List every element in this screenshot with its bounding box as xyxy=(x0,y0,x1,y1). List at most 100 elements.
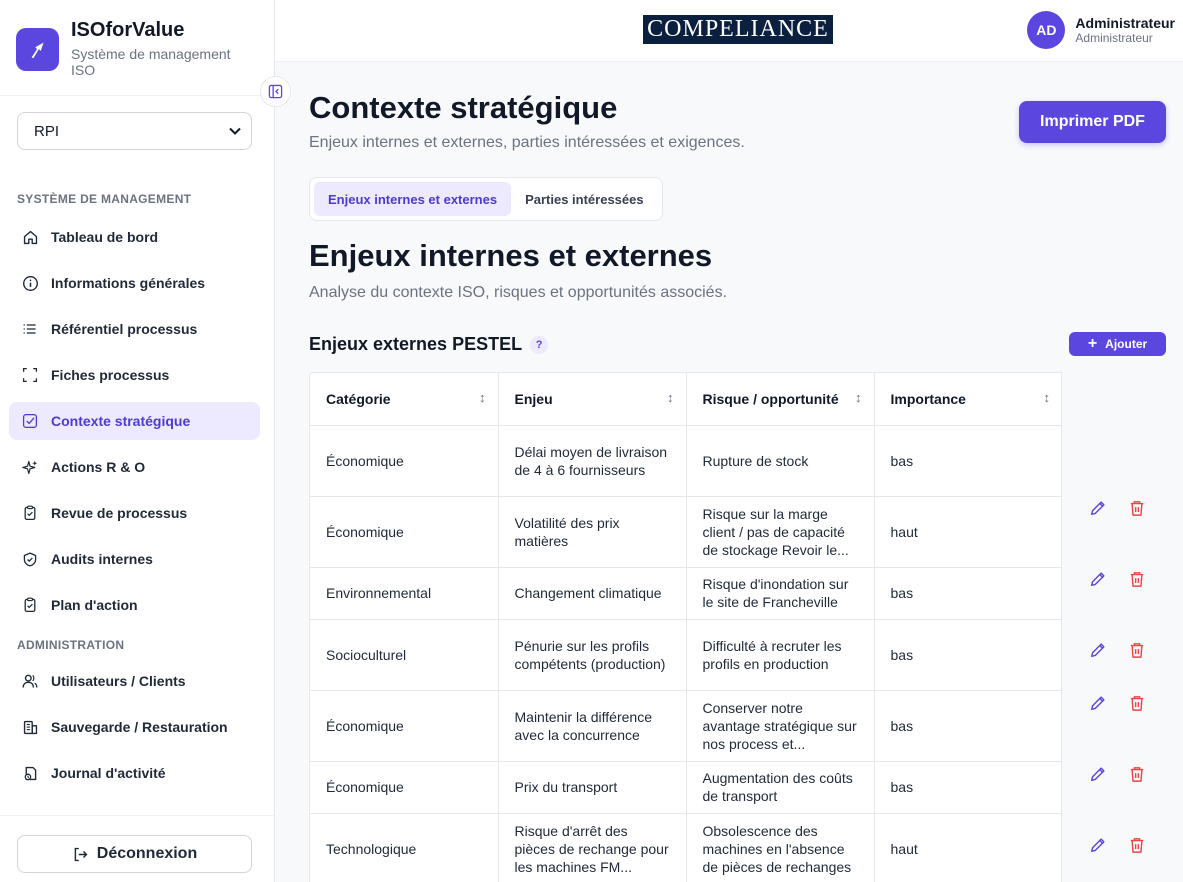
brand-subtitle: Système de management ISO xyxy=(71,46,231,78)
sidebar-item-strategic-context[interactable]: Contexte stratégique xyxy=(9,402,260,440)
frame-icon xyxy=(21,366,39,384)
section-subtitle: Analyse du contexte ISO, risques et oppo… xyxy=(309,284,728,301)
print-pdf-button[interactable]: Imprimer PDF xyxy=(1019,101,1166,143)
delete-trash-icon[interactable] xyxy=(1129,693,1145,713)
cell-risk: Risque sur la marge client / pas de capa… xyxy=(686,496,875,568)
sidebar-item-label: Actions R & O xyxy=(51,459,146,475)
sidebar-item-label: Sauvegarde / Restauration xyxy=(51,719,228,735)
sort-icon[interactable]: ↕ xyxy=(855,390,862,405)
plus-icon: + xyxy=(1087,335,1098,352)
sidebar-item-label: Audits internes xyxy=(51,551,153,567)
cell-risk: Obsolescence des machines en l'absence d… xyxy=(686,813,875,882)
sort-icon[interactable]: ↕ xyxy=(1044,390,1051,405)
sidebar-item-internal-audits[interactable]: Audits internes xyxy=(9,540,260,578)
table-row: Économique Délai moyen de livraison de 4… xyxy=(310,425,1062,497)
delete-trash-icon[interactable] xyxy=(1129,764,1145,784)
add-button[interactable]: + Ajouter xyxy=(1069,332,1166,356)
page-title: Contexte stratégique xyxy=(309,90,618,125)
section-label-administration: ADMINISTRATION xyxy=(17,638,125,652)
sparkles-icon xyxy=(21,458,39,476)
sidebar-item-label: Référentiel processus xyxy=(51,321,198,337)
cell-category: Socioculturel xyxy=(310,619,499,691)
logout-button[interactable]: Déconnexion xyxy=(17,835,252,873)
company-logo: COMPELIANCE xyxy=(643,15,833,44)
cell-importance: bas xyxy=(874,567,1062,620)
sidebar-item-actions-ro[interactable]: Actions R & O xyxy=(9,448,260,486)
collapse-sidebar-button[interactable] xyxy=(260,76,291,107)
users-icon xyxy=(21,672,39,690)
row-action-group xyxy=(1062,498,1145,518)
cell-issue: Risque d'arrêt des pièces de rechange po… xyxy=(498,813,687,882)
logout-icon xyxy=(74,847,88,861)
checkbox-icon xyxy=(21,412,39,430)
page-subtitle: Enjeux internes et externes, parties int… xyxy=(309,134,745,151)
delete-trash-icon[interactable] xyxy=(1129,835,1145,855)
tab-internal-external-issues[interactable]: Enjeux internes et externes xyxy=(314,182,512,216)
panel-collapse-icon xyxy=(268,84,283,99)
column-header-label: Risque / opportunité xyxy=(702,390,839,407)
shield-check-icon xyxy=(21,550,39,568)
sidebar-item-action-plan[interactable]: Plan d'action xyxy=(9,586,260,624)
chevron-down-icon xyxy=(229,127,241,135)
sidebar-item-label: Journal d'activité xyxy=(51,765,166,781)
sidebar-item-process-review[interactable]: Revue de processus xyxy=(9,494,260,532)
column-header-risk[interactable]: Risque / opportunité ↕ xyxy=(686,373,875,426)
column-header-label: Importance xyxy=(890,390,966,407)
cell-issue: Pénurie sur les profils compétents (prod… xyxy=(498,619,687,691)
table-row: Économique Prix du transport Augmentatio… xyxy=(310,761,1062,814)
home-icon xyxy=(21,228,39,246)
company-select-value: RPI xyxy=(34,122,60,140)
company-select[interactable]: RPI xyxy=(17,112,252,150)
section-title: Enjeux internes et externes xyxy=(309,238,713,273)
row-action-group xyxy=(1062,764,1145,784)
brand-subtitle-line2: ISO xyxy=(71,62,96,78)
sidebar-item-backup-restore[interactable]: Sauvegarde / Restauration xyxy=(9,708,260,746)
sidebar-item-general-info[interactable]: Informations générales xyxy=(9,264,260,302)
column-header-category[interactable]: Catégorie ↕ xyxy=(310,373,499,426)
cell-issue: Prix du transport xyxy=(498,761,687,814)
cell-risk: Difficulté à recruter les profils en pro… xyxy=(686,619,875,691)
cell-importance: haut xyxy=(874,813,1062,882)
table-row: Socioculturel Pénurie sur les profils co… xyxy=(310,619,1062,691)
sort-icon[interactable]: ↕ xyxy=(667,390,674,405)
delete-trash-icon[interactable] xyxy=(1129,640,1145,660)
tab-interested-parties[interactable]: Parties intéressées xyxy=(511,182,658,216)
user-menu[interactable]: AD Administrateur Administrateur xyxy=(1027,11,1175,49)
sidebar-item-activity-log[interactable]: Journal d'activité xyxy=(9,754,260,792)
delete-trash-icon[interactable] xyxy=(1129,569,1145,589)
cell-issue: Volatilité des prix matières xyxy=(498,496,687,568)
column-header-importance[interactable]: Importance ↕ xyxy=(874,373,1062,426)
avatar: AD xyxy=(1027,11,1066,49)
brand-subtitle-line1: Système de management xyxy=(71,46,231,62)
help-icon[interactable]: ? xyxy=(530,335,549,354)
edit-pencil-icon[interactable] xyxy=(1089,569,1107,589)
sidebar-item-process-sheets[interactable]: Fiches processus xyxy=(9,356,260,394)
sidebar-item-label: Revue de processus xyxy=(51,505,188,521)
cell-category: Économique xyxy=(310,425,499,497)
sidebar-item-label: Fiches processus xyxy=(51,367,170,383)
sidebar-item-users-clients[interactable]: Utilisateurs / Clients xyxy=(9,662,260,700)
cell-importance: haut xyxy=(874,496,1062,568)
brand-title: ISOforValue xyxy=(71,19,185,41)
table-title: Enjeux externes PESTEL ? xyxy=(309,334,549,355)
delete-trash-icon[interactable] xyxy=(1129,498,1145,518)
topbar: COMPELIANCE AD Administrateur Administra… xyxy=(275,0,1183,62)
edit-pencil-icon[interactable] xyxy=(1089,693,1107,713)
logout-label: Déconnexion xyxy=(96,845,198,862)
column-header-issue[interactable]: Enjeu ↕ xyxy=(498,373,687,426)
cell-category: Économique xyxy=(310,496,499,568)
edit-pencil-icon[interactable] xyxy=(1089,640,1107,660)
clipboard-check-icon xyxy=(21,596,39,614)
edit-pencil-icon[interactable] xyxy=(1089,835,1107,855)
cell-risk: Conserver notre avantage stratégique sur… xyxy=(686,690,875,762)
table-row: Environnemental Changement climatique Ri… xyxy=(310,567,1062,620)
tabs: Enjeux internes et externes Parties inté… xyxy=(309,177,663,221)
sidebar-item-dashboard[interactable]: Tableau de bord xyxy=(9,218,260,256)
edit-pencil-icon[interactable] xyxy=(1089,764,1107,784)
edit-pencil-icon[interactable] xyxy=(1089,498,1107,518)
sort-icon[interactable]: ↕ xyxy=(479,390,486,405)
sidebar-item-process-reference[interactable]: Référentiel processus xyxy=(9,310,260,348)
cell-issue: Délai moyen de livraison de 4 à 6 fourni… xyxy=(498,425,687,497)
cell-category: Économique xyxy=(310,761,499,814)
pestel-table: Catégorie ↕ Enjeu ↕ Risque / opportunité ↕ … xyxy=(309,372,1062,882)
